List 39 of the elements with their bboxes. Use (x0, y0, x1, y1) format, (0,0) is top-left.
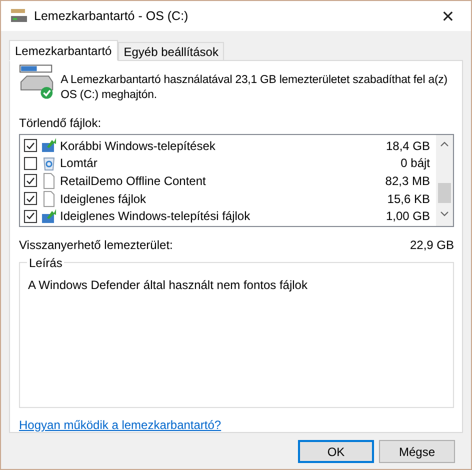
checkbox[interactable] (24, 139, 37, 152)
file-name[interactable]: Lomtár (60, 156, 401, 170)
file-name[interactable]: Ideiglenes fájlok (60, 192, 388, 206)
scrollbar[interactable] (436, 135, 453, 226)
tab[interactable]: Lemezkarbantartó (9, 40, 118, 61)
document-icon (41, 190, 57, 207)
scroll-up-icon[interactable] (440, 141, 449, 147)
checkbox[interactable] (24, 156, 37, 170)
window-title: Lemezkarbantartó - OS (C:) (34, 9, 190, 23)
recoverable-label: Visszanyerhető lemezterület: (19, 238, 173, 252)
file-size: 15,6 KB (387, 192, 431, 206)
file-size: 0 bájt (400, 156, 431, 170)
checkbox[interactable] (24, 210, 37, 223)
group-title: Leírás (28, 256, 64, 270)
dialog-button[interactable]: OK (298, 440, 374, 463)
scroll-thumb[interactable] (438, 183, 451, 203)
file-name[interactable]: RetailDemo Offline Content (60, 174, 386, 188)
monitor-arrow-icon (41, 138, 57, 154)
recycle-bin-icon (41, 155, 57, 172)
file-size: 82,3 MB (385, 174, 431, 188)
dialog-button[interactable]: Mégse (379, 440, 455, 463)
recoverable-value: 22,9 GB (410, 238, 454, 252)
monitor-arrow-icon (41, 208, 57, 224)
drive-check-icon (19, 64, 55, 100)
checkbox[interactable] (24, 174, 37, 188)
description-text: A Windows Defender által használt nem fontos fájlok (28, 278, 308, 292)
scroll-down-icon[interactable] (440, 211, 449, 217)
close-button[interactable]: ✕ (425, 1, 471, 31)
files-label: Törlendő fájlok: (19, 116, 102, 130)
disk-cleanup-icon (11, 9, 27, 23)
tab[interactable]: Egyéb beállítások (118, 42, 224, 61)
help-link[interactable]: Hogyan működik a lemezkarbantartó? (19, 418, 222, 432)
intro-text: A Lemezkarbantartó használatával 23,1 GB lemezterületet szabadíthat fel a(z) OS (C:) meghajtón. (60, 73, 448, 103)
checkbox[interactable] (24, 192, 37, 206)
document-icon (41, 172, 57, 189)
file-size: 18,4 GB (386, 138, 431, 153)
file-name[interactable]: Korábbi Windows-telepítések (60, 138, 386, 153)
file-name[interactable]: Ideiglenes Windows-telepítési fájlok (60, 209, 386, 224)
file-size: 1,00 GB (386, 209, 431, 224)
